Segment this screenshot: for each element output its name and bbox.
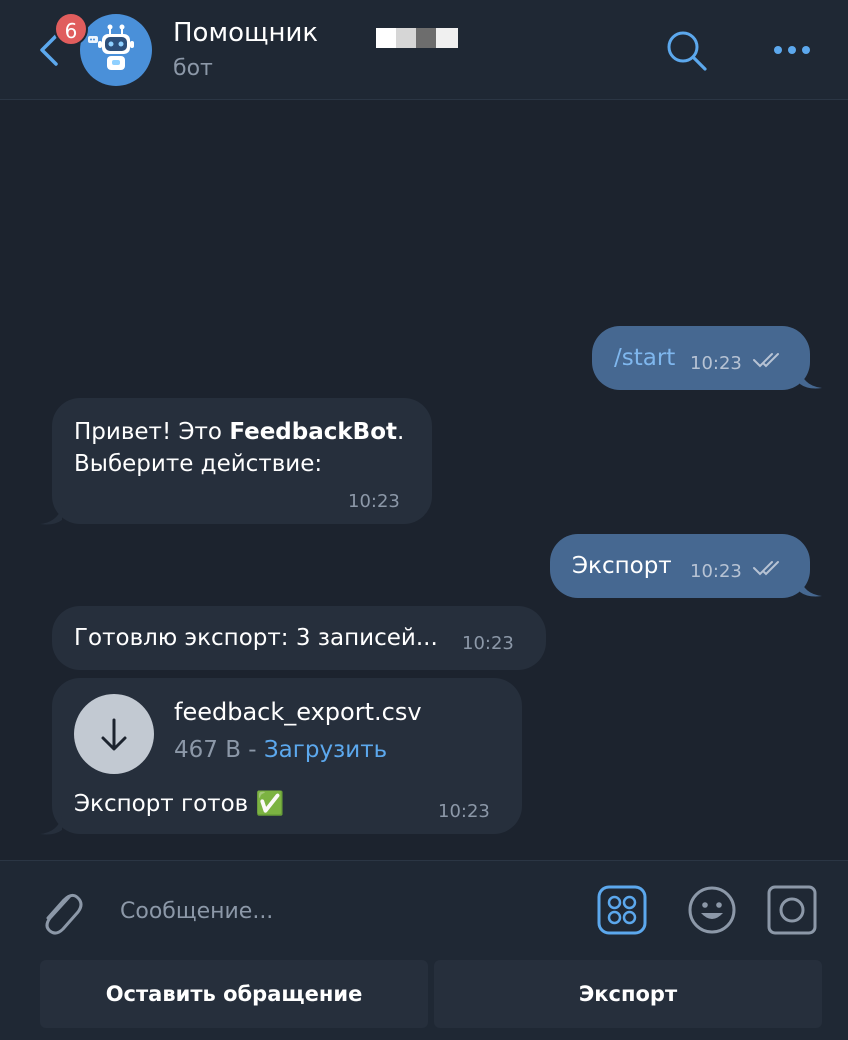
- bubble-tail: [800, 370, 822, 389]
- keyboard-button-export[interactable]: Экспорт: [434, 960, 822, 1028]
- bubble-tail: [800, 578, 822, 597]
- outgoing-message[interactable]: /start 10:23: [592, 326, 810, 390]
- double-check-icon: [753, 353, 779, 368]
- arrow-down-icon: [101, 718, 127, 751]
- robot-icon: [88, 24, 134, 70]
- file-separator: -: [241, 737, 264, 763]
- bot-avatar[interactable]: [80, 14, 152, 86]
- bot-menu-icon[interactable]: [597, 885, 647, 935]
- file-size: 467 B: [174, 737, 241, 763]
- chat-title[interactable]: Помощник: [173, 18, 318, 48]
- message-time: 10:23: [690, 561, 742, 582]
- message-text[interactable]: /start: [614, 342, 675, 374]
- paperclip-icon[interactable]: [34, 880, 86, 940]
- chat-subtitle: бот: [173, 56, 213, 81]
- message-text: Экспорт: [572, 553, 672, 579]
- download-link[interactable]: Загрузить: [264, 737, 387, 763]
- file-caption: Экспорт готов ✅: [74, 791, 285, 817]
- message-text: Готовлю экспорт: 3 записей...: [74, 625, 438, 651]
- redacted-area: [376, 28, 458, 48]
- file-message[interactable]: feedback_export.csv 467 B - Загрузить Эк…: [52, 678, 522, 834]
- message-time: 10:23: [438, 801, 490, 822]
- message-text-suffix: .: [397, 419, 405, 445]
- message-text-line2: Выберите действие:: [74, 451, 323, 477]
- message-text: Привет! Это FeedbackBot.: [74, 416, 404, 448]
- message-time: 10:23: [462, 633, 514, 654]
- outgoing-message[interactable]: Экспорт 10:23: [550, 534, 810, 598]
- file-name[interactable]: feedback_export.csv: [174, 696, 422, 728]
- chat-header: 6 Помощник бот: [0, 0, 848, 100]
- unread-badge: 6: [54, 12, 88, 46]
- incoming-message[interactable]: Привет! Это FeedbackBot. Выберите действ…: [52, 398, 432, 524]
- message-time: 10:23: [348, 491, 400, 512]
- download-button[interactable]: [74, 694, 154, 774]
- emoji-icon[interactable]: [687, 885, 737, 935]
- more-icon[interactable]: [772, 42, 812, 58]
- search-icon[interactable]: [664, 28, 710, 74]
- message-time: 10:23: [690, 353, 742, 374]
- incoming-message[interactable]: Готовлю экспорт: 3 записей... 10:23: [52, 606, 546, 670]
- camera-icon[interactable]: [767, 885, 817, 935]
- double-check-icon: [753, 561, 779, 576]
- message-input[interactable]: [110, 888, 570, 934]
- keyboard-button-appeal[interactable]: Оставить обращение: [40, 960, 428, 1028]
- bot-name: FeedbackBot: [229, 419, 398, 445]
- message-text-prefix: Привет! Это: [74, 419, 230, 445]
- file-meta: 467 B - Загрузить: [174, 734, 387, 766]
- bubble-tail: [40, 816, 62, 835]
- bubble-tail: [40, 506, 62, 525]
